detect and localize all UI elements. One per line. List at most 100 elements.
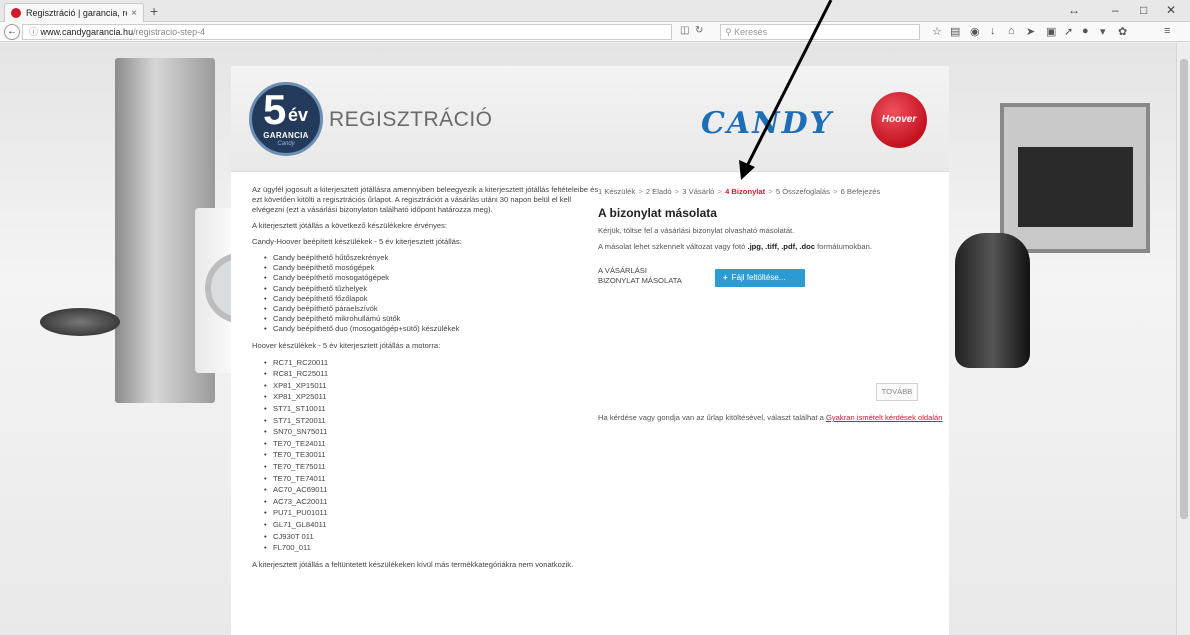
step-5: 5 Összefoglalás: [775, 187, 830, 196]
step-separator: >: [674, 187, 680, 196]
vacuum-cleaner-image: [955, 233, 1030, 368]
badge-label: GARANCIA: [263, 131, 309, 140]
list-item: RC81_RC25011: [264, 368, 602, 380]
browser-nav-bar: ← ⓘ www.candygarancia.hu/registracio-ste…: [0, 22, 1190, 42]
list-item: TE70_TE75011: [264, 461, 602, 473]
candy-logo[interactable]: CANDY: [701, 106, 833, 141]
list-item: TE70_TE24011: [264, 438, 602, 450]
list-item: RC71_RC20011: [264, 357, 602, 369]
home-icon[interactable]: ⌂: [1008, 25, 1015, 37]
url-bar[interactable]: ⓘ www.candygarancia.hu/registracio-step-…: [22, 24, 672, 40]
step-separator: >: [768, 187, 773, 196]
oven-glass: [1018, 147, 1133, 227]
restore-icon[interactable]: ↔: [1068, 3, 1080, 17]
list-item: Candy beépíthető páraelszívók: [264, 304, 602, 314]
minimize-icon[interactable]: –: [1112, 3, 1119, 17]
step-4-active: 4 Bizonylat: [725, 187, 766, 196]
scroll-thumb[interactable]: [1180, 59, 1188, 519]
browser-tab[interactable]: Regisztráció | garancia, re... ×: [4, 3, 144, 22]
list-item: TE70_TE74011: [264, 473, 602, 485]
search-input[interactable]: ⚲ Keresés: [720, 24, 920, 40]
favicon-icon: [11, 8, 21, 18]
upload-label-line1: A VÁSÁRLÁSI: [598, 266, 647, 275]
candy-list: Candy beépíthető hűtőszekrények Candy be…: [252, 253, 602, 335]
list-item: SN70_SN75011: [264, 426, 602, 438]
info-icon[interactable]: ⓘ: [29, 27, 41, 37]
robot-vacuum-image: [40, 308, 120, 336]
upload-label: A VÁSÁRLÁSI BIZONYLAT MÁSOLATA: [598, 266, 708, 286]
step-separator: >: [638, 187, 643, 196]
step-breadcrumb: 1 Készülék > 2 Eladó > 3 Vásárló > 4 Biz…: [598, 187, 938, 196]
formats-list: .jpg, .tiff, .pdf, .doc: [747, 242, 815, 251]
download-icon[interactable]: ↓: [990, 25, 996, 37]
tab-close-icon[interactable]: ×: [131, 8, 137, 19]
cursor-icon[interactable]: ➚: [1064, 25, 1073, 38]
list-item: AC73_AC20011: [264, 496, 602, 508]
step-2[interactable]: 2 Eladó: [646, 187, 672, 196]
list-item: ST71_ST20011: [264, 415, 602, 427]
step-separator: >: [717, 187, 722, 196]
page-scrollbar[interactable]: [1176, 43, 1190, 635]
page-background: 5 év GARANCIA Candy REGISZTRÁCIÓ CANDY H…: [0, 43, 1176, 635]
formats-prefix: A másolat lehet szkennelt változat vagy …: [598, 242, 746, 251]
candy-heading: Candy-Hoover beépített készülékek - 5 év…: [252, 237, 462, 246]
badge-unit: év: [288, 105, 309, 125]
upload-button-label: Fájl feltöltése...: [731, 273, 786, 282]
url-path: /registracio-step-4: [133, 27, 206, 37]
list-item: PU71_PU01011: [264, 507, 602, 519]
hoover-logo-icon[interactable]: Hoover: [871, 92, 927, 148]
dropdown-icon[interactable]: ▾: [1100, 25, 1106, 38]
list-item: Candy beépíthető mosógépek: [264, 263, 602, 273]
leaf-icon[interactable]: ✿: [1118, 25, 1127, 38]
plus-icon: +: [723, 273, 728, 282]
panel-header: 5 év GARANCIA Candy REGISZTRÁCIÓ CANDY H…: [231, 66, 949, 172]
badge-brand: Candy: [277, 141, 295, 147]
list-item: FL700_011: [264, 542, 602, 554]
close-window-icon[interactable]: ✕: [1166, 3, 1176, 17]
step-separator: >: [833, 187, 838, 196]
back-arrow-icon[interactable]: ←: [4, 24, 20, 40]
star-icon[interactable]: ☆: [932, 25, 942, 38]
next-button[interactable]: TOVÁBB: [876, 383, 918, 401]
list-item: GL71_GL84011: [264, 519, 602, 531]
list-item: CJ930T 011: [264, 531, 602, 543]
step-3[interactable]: 3 Vásárló: [682, 187, 714, 196]
formats-text: A másolat lehet szkennelt változat vagy …: [598, 242, 938, 252]
help-text: Ha kérdése vagy gondja van az űrlap kitö…: [598, 413, 943, 423]
search-icon: ⚲: [725, 27, 735, 37]
warranty-badge: 5 év GARANCIA Candy: [249, 82, 323, 156]
list-item: XP81_XP15011: [264, 380, 602, 392]
formats-suffix: formátumokban.: [817, 242, 872, 251]
upload-row: A VÁSÁRLÁSI BIZONYLAT MÁSOLATA + Fájl fel…: [598, 266, 938, 296]
send-icon[interactable]: ➤: [1026, 25, 1035, 38]
url-host: www.candygarancia.hu: [40, 27, 134, 37]
warranty-info: Az ügyfél jogosult a kiterjesztett jótál…: [252, 185, 602, 576]
content-panel: 5 év GARANCIA Candy REGISZTRÁCIÓ CANDY H…: [231, 66, 949, 635]
badge-number: 5: [263, 86, 287, 133]
menu-icon[interactable]: ≡: [1164, 25, 1170, 37]
reader-icon[interactable]: ▤: [950, 25, 960, 38]
valid-for-text: A kiterjesztett jótállás a következő kés…: [252, 221, 447, 230]
extension-icon[interactable]: ▣: [1046, 25, 1056, 38]
intro-text: Az ügyfél jogosult a kiterjesztett jótál…: [252, 185, 599, 214]
step-6: 6 Befejezés: [840, 187, 881, 196]
upload-form: 1 Készülék > 2 Eladó > 3 Vásárló > 4 Biz…: [598, 187, 942, 422]
list-item: Candy beépíthető mosogatógépek: [264, 273, 602, 283]
upload-label-line2: BIZONYLAT MÁSOLATA: [598, 276, 682, 285]
pocket-icon[interactable]: ◉: [970, 25, 980, 38]
new-tab-icon[interactable]: +: [150, 3, 158, 19]
faq-link[interactable]: Gyakran ismételt kérdések oldalán: [826, 413, 943, 422]
browser-tab-bar: Regisztráció | garancia, re... × + ↔ – □…: [0, 0, 1190, 22]
list-item: Candy beépíthető duo (mosogatógép+sütő) …: [264, 324, 602, 334]
addon-icon[interactable]: ●: [1082, 25, 1089, 37]
step-1[interactable]: 1 Készülék: [598, 187, 635, 196]
reload-icon[interactable]: ◫ ↻: [680, 25, 703, 36]
file-upload-button[interactable]: + Fájl feltöltése...: [715, 269, 805, 287]
list-item: Candy beépíthető mikrohullámú sütők: [264, 314, 602, 324]
list-item: ST71_ST10011: [264, 403, 602, 415]
oven-image: [1000, 103, 1150, 253]
maximize-icon[interactable]: □: [1140, 3, 1147, 17]
list-item: XP81_XP25011: [264, 391, 602, 403]
list-item: Candy beépíthető hűtőszekrények: [264, 253, 602, 263]
hoover-list: RC71_RC20011 RC81_RC25011 XP81_XP15011 X…: [252, 357, 602, 554]
